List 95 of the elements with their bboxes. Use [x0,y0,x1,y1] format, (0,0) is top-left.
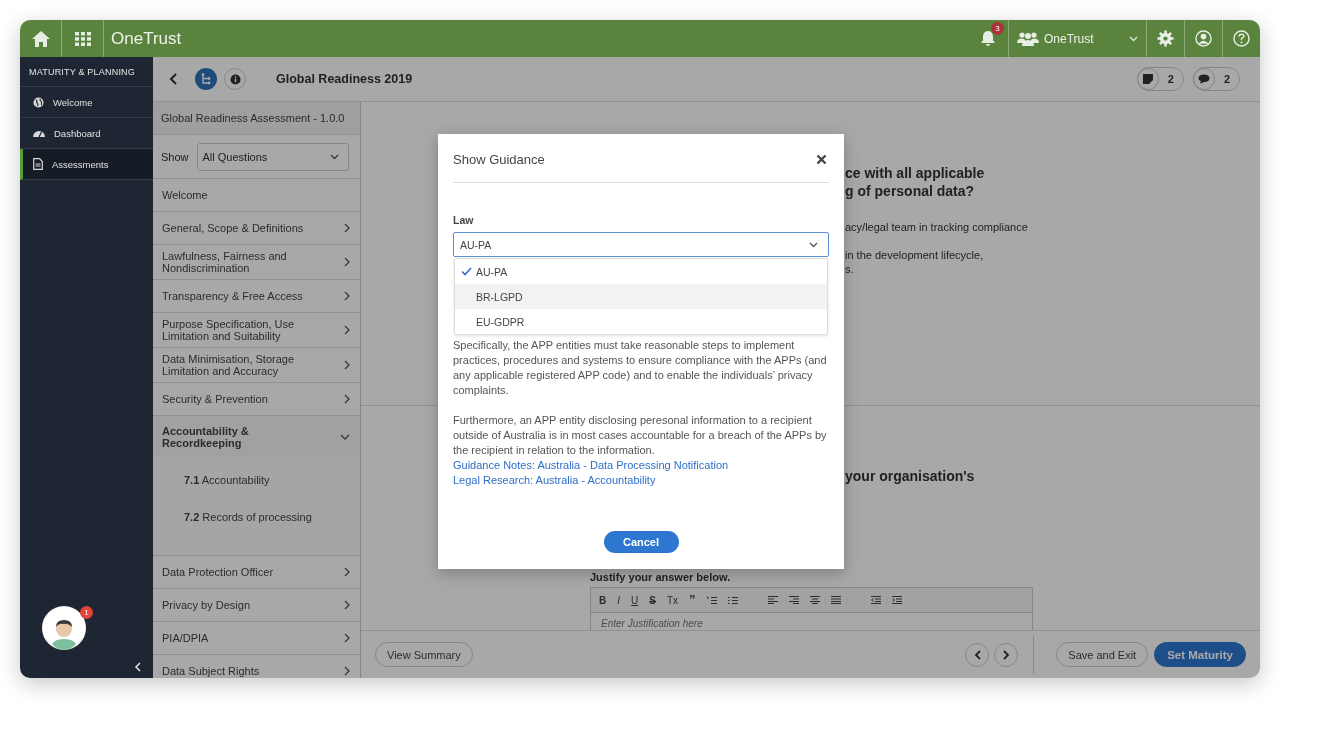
collapse-icon[interactable] [134,662,141,672]
assistant-badge: 1 [80,606,93,619]
dropdown-option[interactable]: AU-PA [455,259,827,284]
outline-section[interactable]: Accountability & Recordkeeping [153,416,360,457]
indent-icon[interactable] [891,596,902,604]
previous-button[interactable] [965,642,990,667]
chevron-right-icon [344,600,350,610]
filter-label: Show [161,150,189,163]
justify-icon[interactable] [830,596,841,604]
close-icon[interactable] [816,154,827,165]
outline-section[interactable]: Data Minimisation, Storage Limitation and Accuracy [153,348,360,383]
align-left-icon[interactable] [767,596,778,604]
outline-title: Global Readiness Assessment - 1.0.0 [153,102,360,135]
chevron-right-icon [344,394,350,404]
question-description: s. [845,262,855,276]
info-icon [229,73,241,85]
outline-section[interactable]: Lawfulness, Fairness and Nondiscrimination [153,245,360,280]
dropdown-option[interactable]: EU-GDPR [455,309,827,334]
gauge-icon [33,128,45,138]
align-right-icon[interactable] [788,596,799,604]
chevron-down-icon [1129,35,1138,42]
chevron-right-icon [344,325,350,335]
outline-section[interactable]: Privacy by Design [153,589,360,622]
format-button[interactable]: S [649,594,656,606]
format-button[interactable]: I [617,594,620,606]
chevron-down-icon [329,153,339,160]
format-button[interactable]: ” [689,595,696,605]
logo: OneTrust [111,28,182,49]
tree-icon [201,73,211,85]
outline-section[interactable]: Data Protection Officer [153,556,360,589]
next-button[interactable] [994,642,1019,667]
format-button[interactable]: B [599,594,607,606]
home-icon [30,29,51,48]
bell-icon [980,30,996,47]
outline-section[interactable]: Transparency & Free Access [153,280,360,313]
outline-subsection[interactable]: 7.2 Records of processing [184,504,360,541]
question-text: g of personal data? [845,182,976,200]
justify-label: Justify your answer below. [590,571,732,583]
outline-section[interactable]: Welcome [153,179,360,212]
align-center-icon[interactable] [809,596,820,604]
chevron-right-icon [344,666,350,676]
chevron-right-icon [1002,649,1010,660]
question-text: your organisation's [845,467,976,485]
numbered-list-icon[interactable] [706,595,717,605]
question-description: acy/legal team in tracking compliance [845,220,1029,234]
assessment-title: Global Readiness 2019 [276,72,413,86]
bulleted-list-icon[interactable] [727,595,738,605]
note-icon [1142,74,1153,84]
dialog-title: Show Guidance [453,152,545,167]
document-icon [33,158,43,170]
guidance-link[interactable]: Legal Research: Australia - Accountability [453,473,656,488]
outline-section[interactable]: Purpose Specification, Use Limitation and Suitability [153,313,360,348]
law-dropdown[interactable]: AU-PA [453,232,829,257]
chevron-right-icon [344,360,350,370]
chevron-right-icon [344,633,350,643]
outline-section[interactable]: PIA/DPIA [153,622,360,655]
outline-subsection[interactable]: 7.1 Accountability [184,467,360,504]
outline-toggle-button[interactable] [195,68,217,90]
set-maturity-button[interactable]: Set Maturity [1154,642,1246,667]
org-switcher[interactable]: OneTrust [1009,20,1146,57]
guidance-paragraph: Specifically, the APP entities must take reasonable steps to implement practices, procedures and systems to ensure compliance with the APPs (and any applicable registered APP code) and to enable the individuals’ privacy complaints. [453,338,828,398]
guidance-link[interactable]: Guidance Notes: Australia - Data Processing Notification [453,458,729,473]
globe-icon [33,96,44,108]
help-icon [1233,30,1250,47]
grid-icon [74,31,91,46]
chevron-right-icon [344,291,350,301]
chevron-left-icon [973,649,981,660]
outdent-icon[interactable] [870,596,881,604]
cancel-button[interactable]: Cancel [603,531,679,553]
assistant-avatar[interactable] [42,606,86,650]
settings-icon [1157,30,1174,47]
notification-badge: 3 [991,22,1004,35]
outline-section[interactable]: General, Scope & Definitions [153,212,360,245]
law-label: Law [453,214,475,226]
question-description: in the development lifecycle, [845,248,985,262]
users-icon [1017,31,1039,46]
comment-icon [1197,74,1210,84]
sidebar-item[interactable]: Assessments [20,149,153,180]
back-icon[interactable] [169,73,177,85]
chevron-down-icon [809,241,818,248]
chevron-right-icon [344,223,350,233]
outline-section[interactable]: Data Subject Rights [153,655,360,678]
save-and-exit-button[interactable]: Save and Exit [1056,642,1149,667]
view-summary-button[interactable]: View Summary [375,642,473,667]
format-button[interactable]: Tx [666,594,679,606]
chevron-right-icon [344,567,350,577]
dropdown-option[interactable]: BR-LGPD [455,284,827,309]
chevron-down-icon [340,433,350,440]
justification-editor[interactable]: B I U S Tx ” Enter Justification here [590,587,1033,630]
filter-dropdown[interactable]: All Questions [196,142,349,171]
format-button[interactable]: U [631,594,639,606]
question-text: ce with all applicable [845,164,986,182]
user-icon [1195,30,1212,47]
chevron-right-icon [344,257,350,267]
guidance-paragraph: Furthermore, an APP entity disclosing peresonal information to a recipient outside of Australia is in most cases accountable for a breach of the APPs by the recipient in relation to the information. [453,413,828,458]
